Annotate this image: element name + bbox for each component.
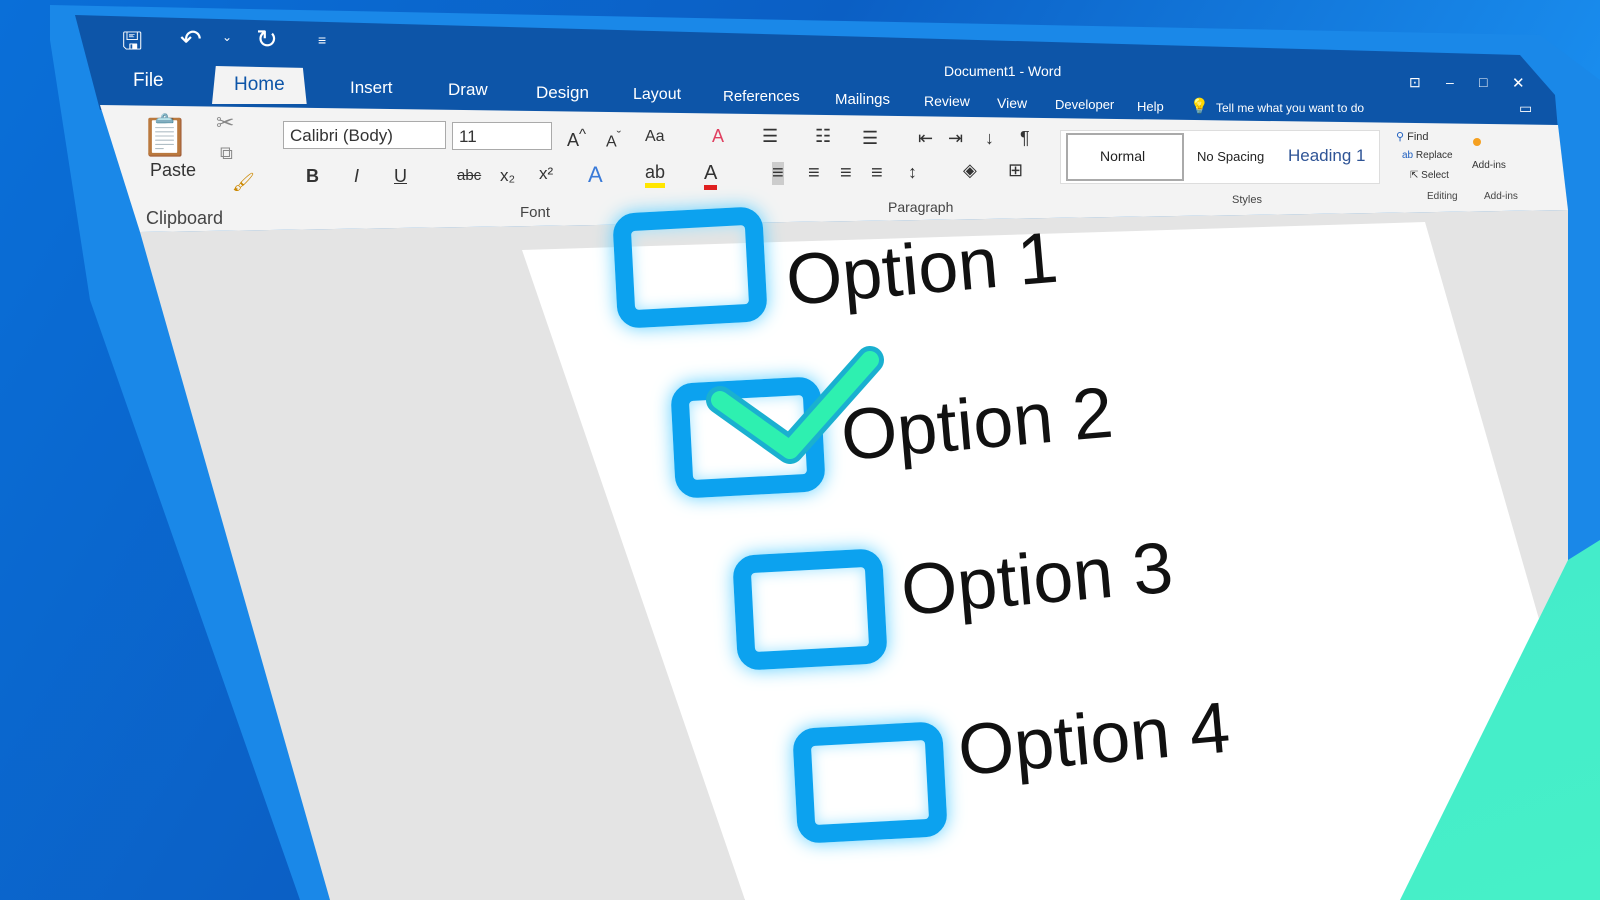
replace-icon: ab [1402,150,1414,161]
paste-button[interactable]: Paste [150,160,196,181]
save-icon[interactable]: 🖫 [122,24,142,65]
multilevel-list-icon[interactable]: ☰ [862,128,878,149]
undo-icon[interactable]: ↶ [180,24,202,55]
format-painter-icon[interactable]: 🖌 [232,172,255,193]
tab-insert[interactable]: Insert [350,78,393,98]
comments-icon[interactable]: ▭ [1519,100,1532,117]
clear-formatting-icon[interactable]: A [712,126,724,147]
checkbox-option-4[interactable] [792,721,948,844]
undo-dropdown-icon[interactable]: ⌄ [222,30,232,44]
checkbox-option-3[interactable] [732,548,888,671]
add-ins-icon [1473,138,1481,146]
bullets-icon[interactable]: ☰ [762,126,778,147]
superscript-button[interactable]: x² [539,164,553,184]
tell-me-search[interactable]: Tell me what you want to do [1216,101,1364,115]
subscript-button[interactable]: x₂ [500,166,515,186]
select-label: Select [1421,170,1449,181]
cut-icon[interactable]: ✂ [216,110,234,136]
tab-view[interactable]: View [997,95,1027,111]
strikethrough-button[interactable]: abc [457,167,481,184]
replace-button[interactable]: ab Replace [1402,150,1453,161]
customize-icon[interactable]: ≡ [318,32,326,48]
checkbox-option-1[interactable] [612,206,768,329]
change-case-button[interactable]: Aa [645,128,665,146]
tab-draw[interactable]: Draw [448,80,488,100]
style-heading-1[interactable]: Heading 1 [1288,146,1366,166]
paste-icon[interactable]: 📋 [140,112,190,159]
shrink-font-icon[interactable]: Aˇ [606,128,621,151]
borders-icon[interactable]: ⊞ [1008,160,1023,181]
style-no-spacing[interactable]: No Spacing [1197,149,1264,164]
window-title: Document1 - Word [944,63,1062,79]
font-size-select[interactable]: 11 [452,122,552,150]
grow-font-icon[interactable]: A^ [567,126,586,151]
clipboard-group-label: Clipboard [146,208,224,228]
tab-references[interactable]: References [723,88,800,105]
copy-icon[interactable]: ⧉ [220,143,233,164]
show-marks-icon[interactable]: ¶ [1020,128,1030,149]
redo-icon[interactable]: ↻ [256,24,278,55]
align-left-icon[interactable]: ≡ [772,162,784,185]
tab-design[interactable]: Design [536,83,589,103]
tab-home[interactable]: Home [212,66,307,104]
add-ins-button[interactable]: Add-ins [1472,160,1506,171]
text-effects-icon[interactable]: A [588,162,603,188]
ribbon-display-icon[interactable]: ⊡ [1409,74,1421,91]
lightbulb-icon: 💡 [1190,98,1209,115]
numbering-icon[interactable]: ☷ [815,126,831,147]
tab-file[interactable]: File [133,70,164,92]
tab-developer[interactable]: Developer [1055,97,1114,112]
justify-icon[interactable]: ≡ [871,162,883,185]
underline-button[interactable]: U [394,166,407,187]
select-button[interactable]: ⇱ Select [1410,170,1449,181]
tab-help[interactable]: Help [1137,99,1164,114]
font-name-select[interactable]: Calibri (Body) [283,121,446,149]
tab-review[interactable]: Review [924,93,970,109]
font-group-label: Font [520,204,551,221]
tab-layout[interactable]: Layout [633,86,681,104]
align-right-icon[interactable]: ≡ [840,162,852,185]
tab-mailings[interactable]: Mailings [835,91,890,108]
cursor-icon: ⇱ [1410,170,1419,181]
bold-button[interactable]: B [306,166,319,187]
minimize-icon[interactable]: – [1446,74,1454,90]
styles-group-label: Styles [1232,194,1262,206]
font-color-icon[interactable]: A [704,162,718,190]
editing-group-label: Editing [1427,191,1458,202]
paragraph-group-label: Paragraph [888,199,954,215]
maximize-icon[interactable]: □ [1479,74,1487,90]
decrease-indent-icon[interactable]: ⇤ [918,128,933,149]
increase-indent-icon[interactable]: ⇥ [948,128,963,149]
find-button[interactable]: ⚲ Find [1396,130,1429,143]
find-label: Find [1407,131,1429,143]
italic-button[interactable]: I [354,166,359,187]
add-ins-group-label: Add-ins [1484,191,1518,202]
find-icon: ⚲ [1396,131,1405,143]
align-center-icon[interactable]: ≡ [808,162,820,185]
replace-label: Replace [1415,150,1453,161]
style-normal[interactable]: Normal [1100,148,1145,164]
highlight-icon[interactable]: ab [645,162,666,188]
sort-icon[interactable]: ↓ [985,128,994,149]
line-spacing-icon[interactable]: ↕ [908,162,917,183]
shading-icon[interactable]: ◈ [963,160,977,181]
close-icon[interactable]: ✕ [1512,74,1525,92]
